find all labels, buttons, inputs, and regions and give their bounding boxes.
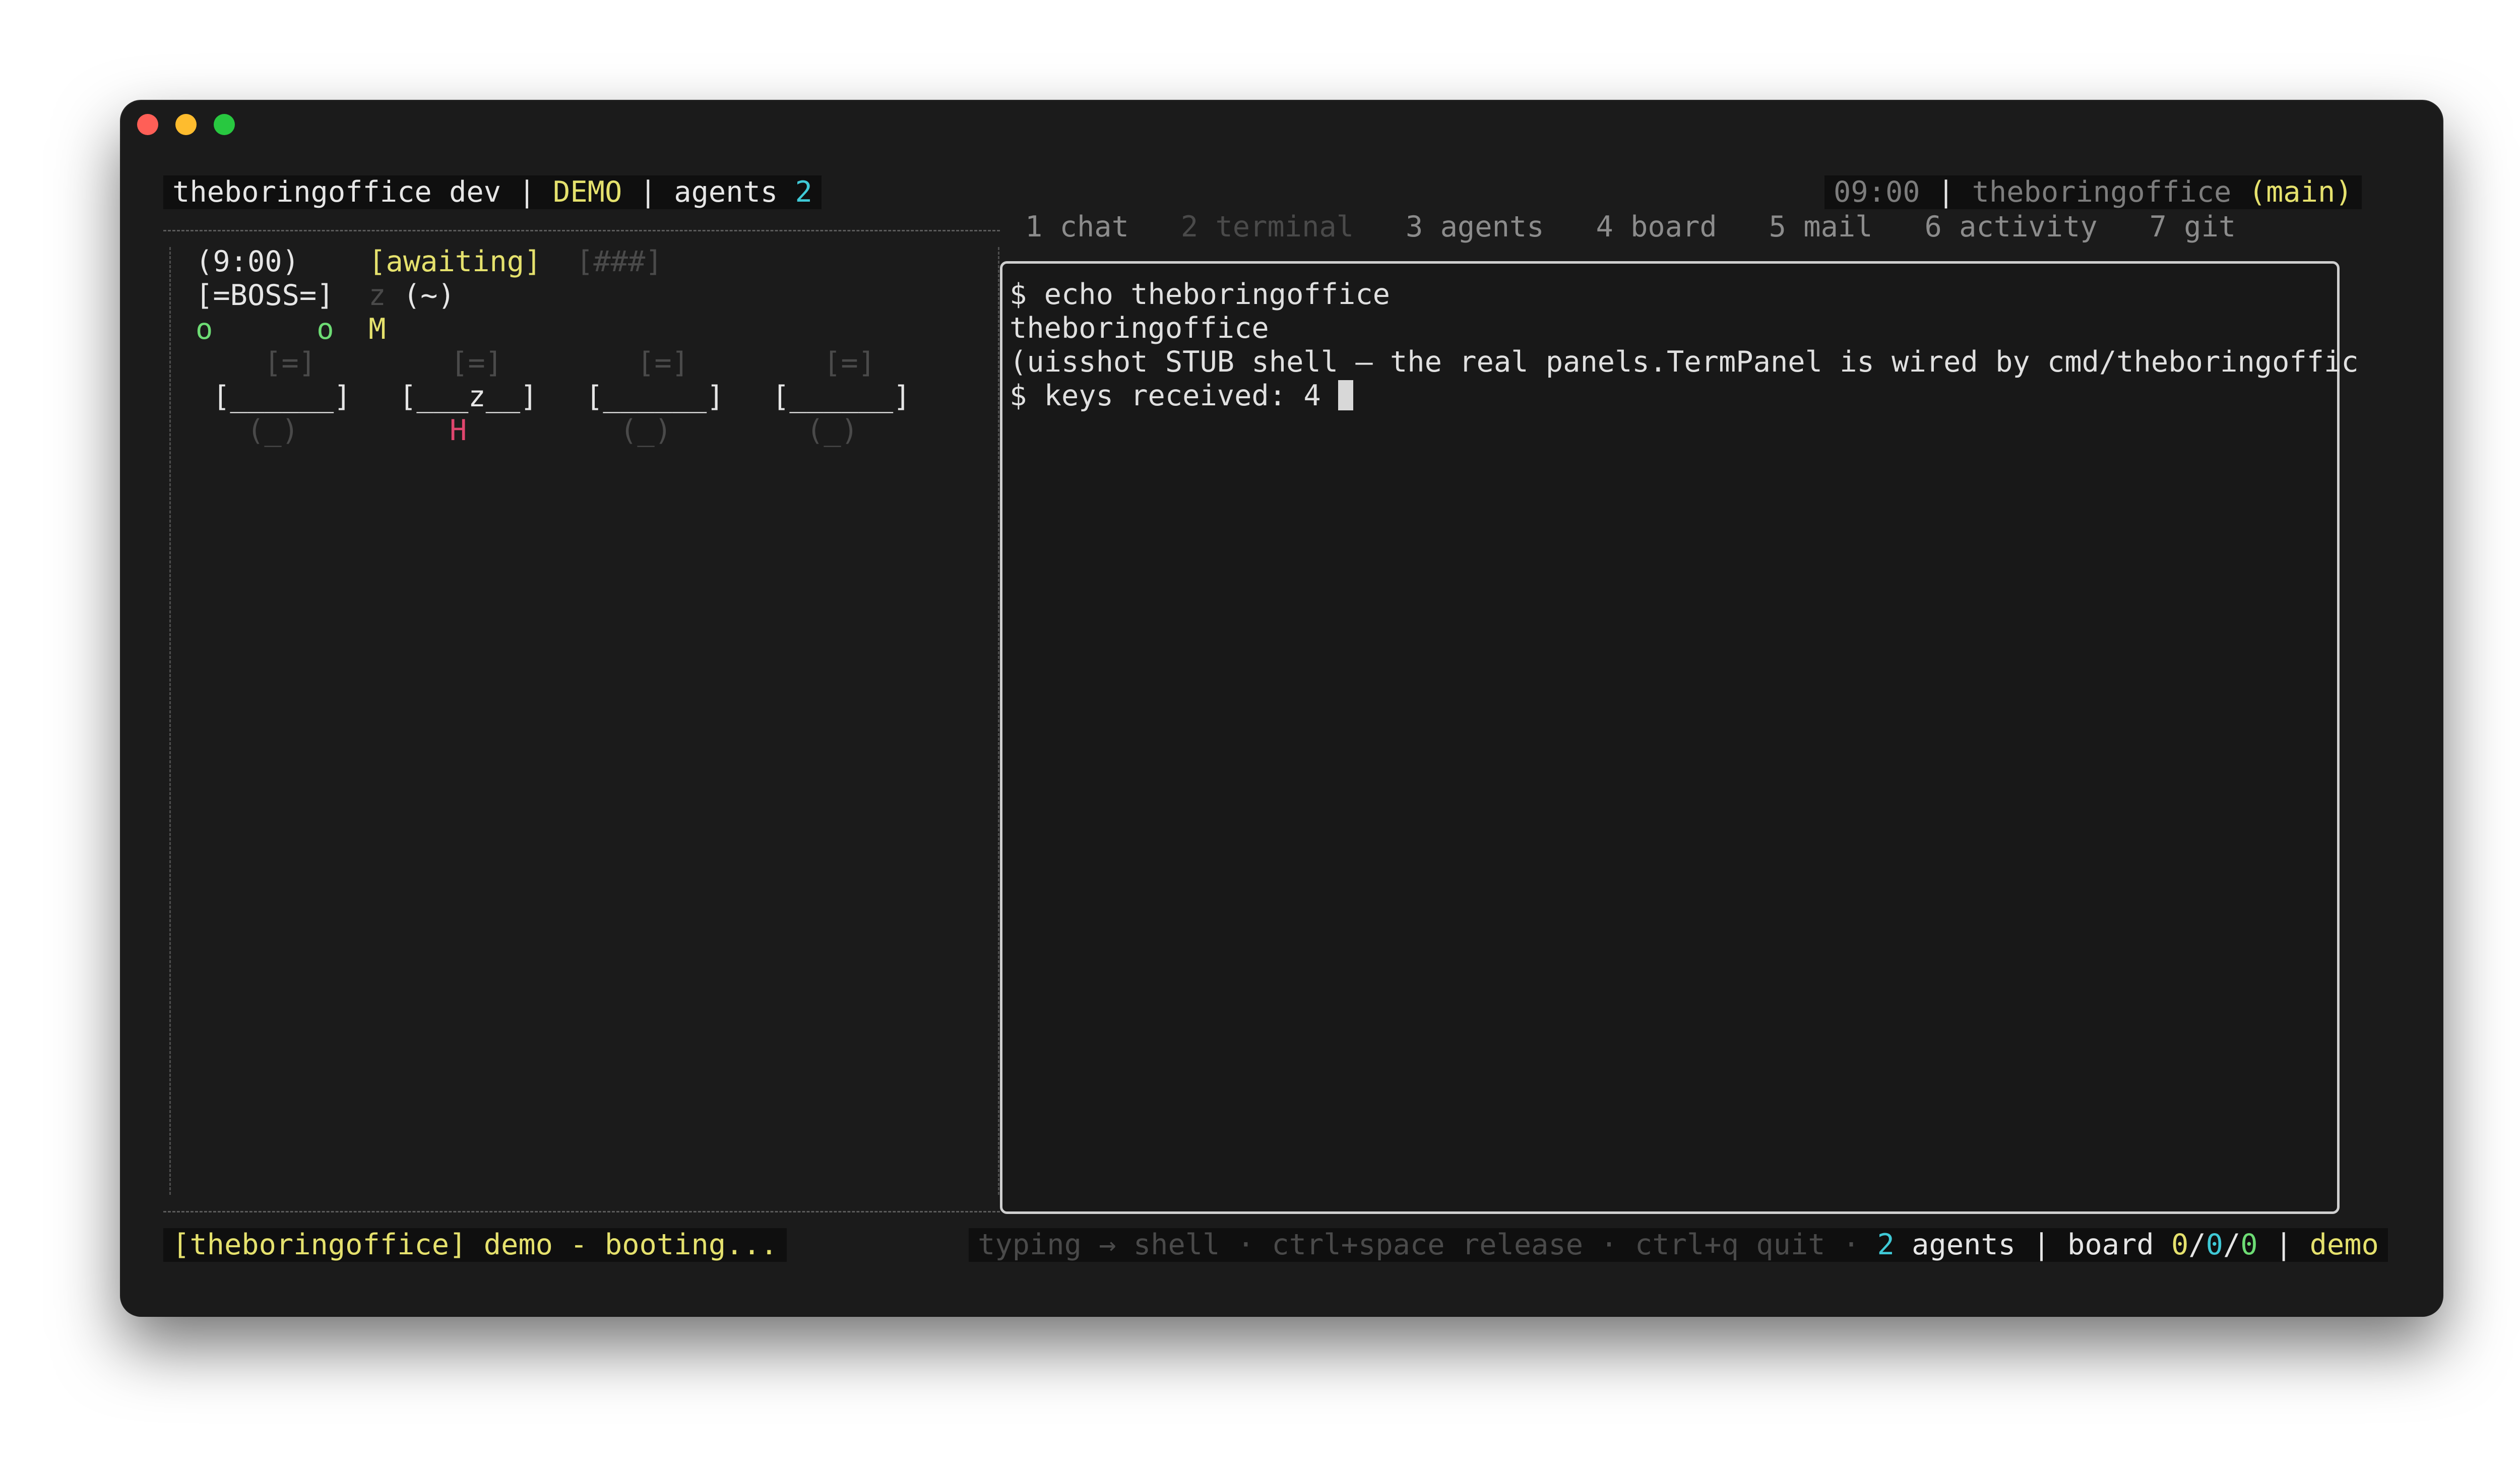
chair: (_) bbox=[247, 414, 299, 447]
text-cursor bbox=[1338, 380, 1354, 410]
tab-activity[interactable]: 6 activity bbox=[1925, 210, 2098, 244]
mode-badge: DEMO bbox=[553, 175, 622, 209]
git-branch: (main) bbox=[2248, 175, 2353, 209]
board-count-doing: 0 bbox=[2206, 1228, 2223, 1261]
bottom-status-right: typing → shell · ctrl+space release · ct… bbox=[969, 1228, 2388, 1262]
office-status: [awaiting] bbox=[368, 245, 542, 278]
app-name: theboringoffice dev bbox=[172, 175, 501, 209]
office-panel-left-border bbox=[169, 247, 171, 1195]
separator: / bbox=[2188, 1228, 2206, 1261]
zoom-button[interactable] bbox=[214, 114, 235, 135]
separator: | bbox=[2033, 1228, 2050, 1261]
office-row-agents: o o M bbox=[196, 313, 386, 346]
tab-board[interactable]: 4 board bbox=[1596, 210, 1717, 244]
top-status-right: 09:00 | theboringoffice (main) bbox=[1824, 175, 2362, 209]
separator: | bbox=[2275, 1228, 2293, 1261]
desk: [______] bbox=[213, 380, 351, 413]
chair-occupied: H bbox=[450, 414, 467, 447]
separator: | bbox=[1937, 175, 1955, 209]
agent-marker: o bbox=[317, 313, 334, 346]
sleep-indicator: z bbox=[368, 279, 386, 312]
separator: | bbox=[518, 175, 536, 209]
tab-terminal[interactable]: 2 terminal bbox=[1181, 210, 1354, 244]
board-count-done: 0 bbox=[2240, 1228, 2258, 1261]
terminal-line: $ echo theboringoffice bbox=[1010, 278, 1390, 311]
terminal-line: (uisshot STUB shell — the real panels.Te… bbox=[1010, 345, 2359, 379]
boss-mood: (~) bbox=[403, 279, 455, 312]
separator: / bbox=[2223, 1228, 2241, 1261]
mode-badge: demo bbox=[2309, 1228, 2379, 1261]
office-progress: [###] bbox=[576, 245, 663, 278]
monitor: [=] bbox=[264, 346, 316, 380]
monitor: [=] bbox=[824, 346, 875, 380]
close-button[interactable] bbox=[137, 114, 158, 135]
office-panel-right-border bbox=[998, 247, 999, 1195]
board-label: board bbox=[2067, 1228, 2154, 1261]
minimize-button[interactable] bbox=[175, 114, 197, 135]
separator: | bbox=[639, 175, 657, 209]
chair: (_) bbox=[620, 414, 672, 447]
office-panel-bottom-border bbox=[163, 1211, 1000, 1212]
desk: [______] bbox=[772, 380, 911, 413]
monitor: [=] bbox=[451, 346, 502, 380]
terminal-line: $ keys received: 4 bbox=[1010, 379, 1339, 412]
tab-chat[interactable]: 1 chat bbox=[1025, 210, 1129, 244]
office-panel-top-border bbox=[163, 230, 1000, 231]
clock: 09:00 bbox=[1834, 175, 1920, 209]
agents-label: agents bbox=[674, 175, 778, 209]
desk: [______] bbox=[586, 380, 724, 413]
agents-count: 2 bbox=[795, 175, 812, 209]
office-row-boss: [=BOSS=] z (~) bbox=[196, 279, 455, 313]
monitor: [=] bbox=[637, 346, 689, 380]
agents-count: 2 bbox=[1877, 1228, 1895, 1261]
chair: (_) bbox=[806, 414, 858, 447]
terminal-window: theboringoffice dev | DEMO | agents 2 09… bbox=[121, 101, 2442, 1316]
desk: [___z__] bbox=[399, 380, 538, 413]
keybinding-hints: typing → shell · ctrl+space release · ct… bbox=[978, 1228, 1860, 1261]
agent-marker: o bbox=[196, 313, 213, 346]
repo-name: theboringoffice bbox=[1972, 175, 2232, 209]
bottom-status-left: [theboringoffice] demo - booting... bbox=[163, 1228, 787, 1262]
tab-bar: 1 chat 2 terminal 3 agents 4 board 5 mai… bbox=[1025, 210, 2236, 244]
agents-label: agents bbox=[1912, 1228, 2016, 1261]
tab-mail[interactable]: 5 mail bbox=[1769, 210, 1873, 244]
boss-desk: [=BOSS=] bbox=[196, 279, 334, 312]
terminal-panel[interactable]: $ echo theboringoffice theboringoffice (ui… bbox=[1000, 261, 2359, 1214]
office-clock: (9:00) bbox=[196, 245, 299, 278]
office-row-time: (9:00) [awaiting] [###] bbox=[196, 245, 663, 279]
terminal-line: theboringoffice bbox=[1010, 312, 1269, 345]
tab-git[interactable]: 7 git bbox=[2150, 210, 2236, 244]
tab-agents[interactable]: 3 agents bbox=[1406, 210, 1544, 244]
status-message: [theboringoffice] demo - booting... bbox=[172, 1228, 778, 1261]
manager-marker: M bbox=[368, 313, 386, 346]
terminal-prompt-line[interactable]: $ keys received: 4 bbox=[1010, 379, 2359, 413]
board-count-todo: 0 bbox=[2171, 1228, 2189, 1261]
top-status-left: theboringoffice dev | DEMO | agents 2 bbox=[163, 175, 822, 209]
